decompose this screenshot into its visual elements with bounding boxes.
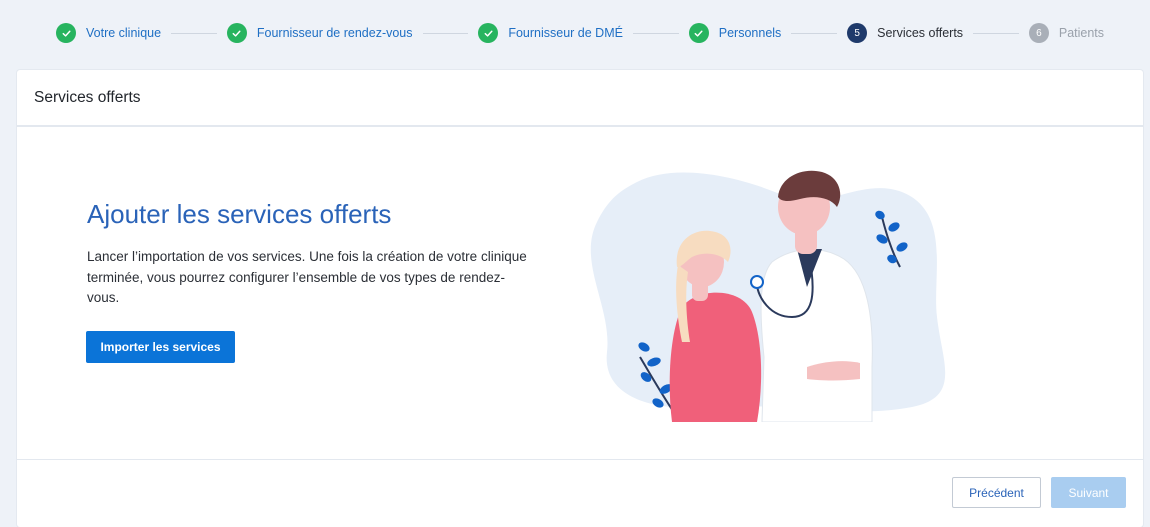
step-number: 6 <box>1028 23 1049 43</box>
step-label: Fournisseur de rendez-vous <box>256 26 413 40</box>
step-personnels[interactable]: Personnels <box>688 23 782 43</box>
step-connector <box>791 32 838 34</box>
card-body: Ajouter les services offerts Lancer l’im… <box>17 127 1143 460</box>
step-votre-clinique[interactable]: Votre clinique <box>56 23 161 43</box>
step-services-offerts[interactable]: 5 Services offerts <box>847 23 963 43</box>
hero-title: Ajouter les services offerts <box>87 199 392 229</box>
check-icon <box>56 23 76 43</box>
step-number: 5 <box>847 23 868 43</box>
hero-description: Lancer l’importation de vos services. Un… <box>87 249 527 305</box>
next-button[interactable]: Suivant <box>1051 477 1126 508</box>
card-title: Services offerts <box>34 88 141 106</box>
step-label: Patients <box>1058 26 1105 40</box>
check-icon <box>226 23 247 43</box>
step-connector <box>973 32 1019 34</box>
step-connector <box>632 32 679 34</box>
step-label: Votre clinique <box>86 26 162 40</box>
step-label: Fournisseur de DMÉ <box>508 26 623 40</box>
step-label: Personnels <box>718 26 782 40</box>
services-card: Services offerts Ajouter les services of… <box>17 70 1143 527</box>
card-footer: Précédent Suivant <box>17 460 1143 525</box>
step-patients: 6 Patients <box>1028 23 1105 43</box>
progress-stepper: Votre clinique Fournisseur de rendez-vou… <box>0 0 1150 66</box>
check-icon <box>478 23 499 43</box>
check-icon <box>688 23 709 43</box>
previous-button[interactable]: Précédent <box>952 477 1041 508</box>
step-fournisseur-rendez-vous[interactable]: Fournisseur de rendez-vous <box>226 23 413 43</box>
step-fournisseur-dme[interactable]: Fournisseur de DMÉ <box>478 23 623 43</box>
step-connector <box>422 32 469 34</box>
step-label: Services offerts <box>877 26 964 40</box>
import-services-button[interactable]: Importer les services <box>86 331 235 363</box>
doctor-patient-illustration <box>590 170 946 422</box>
step-connector <box>171 32 217 34</box>
card-header: Services offerts <box>17 70 1143 127</box>
